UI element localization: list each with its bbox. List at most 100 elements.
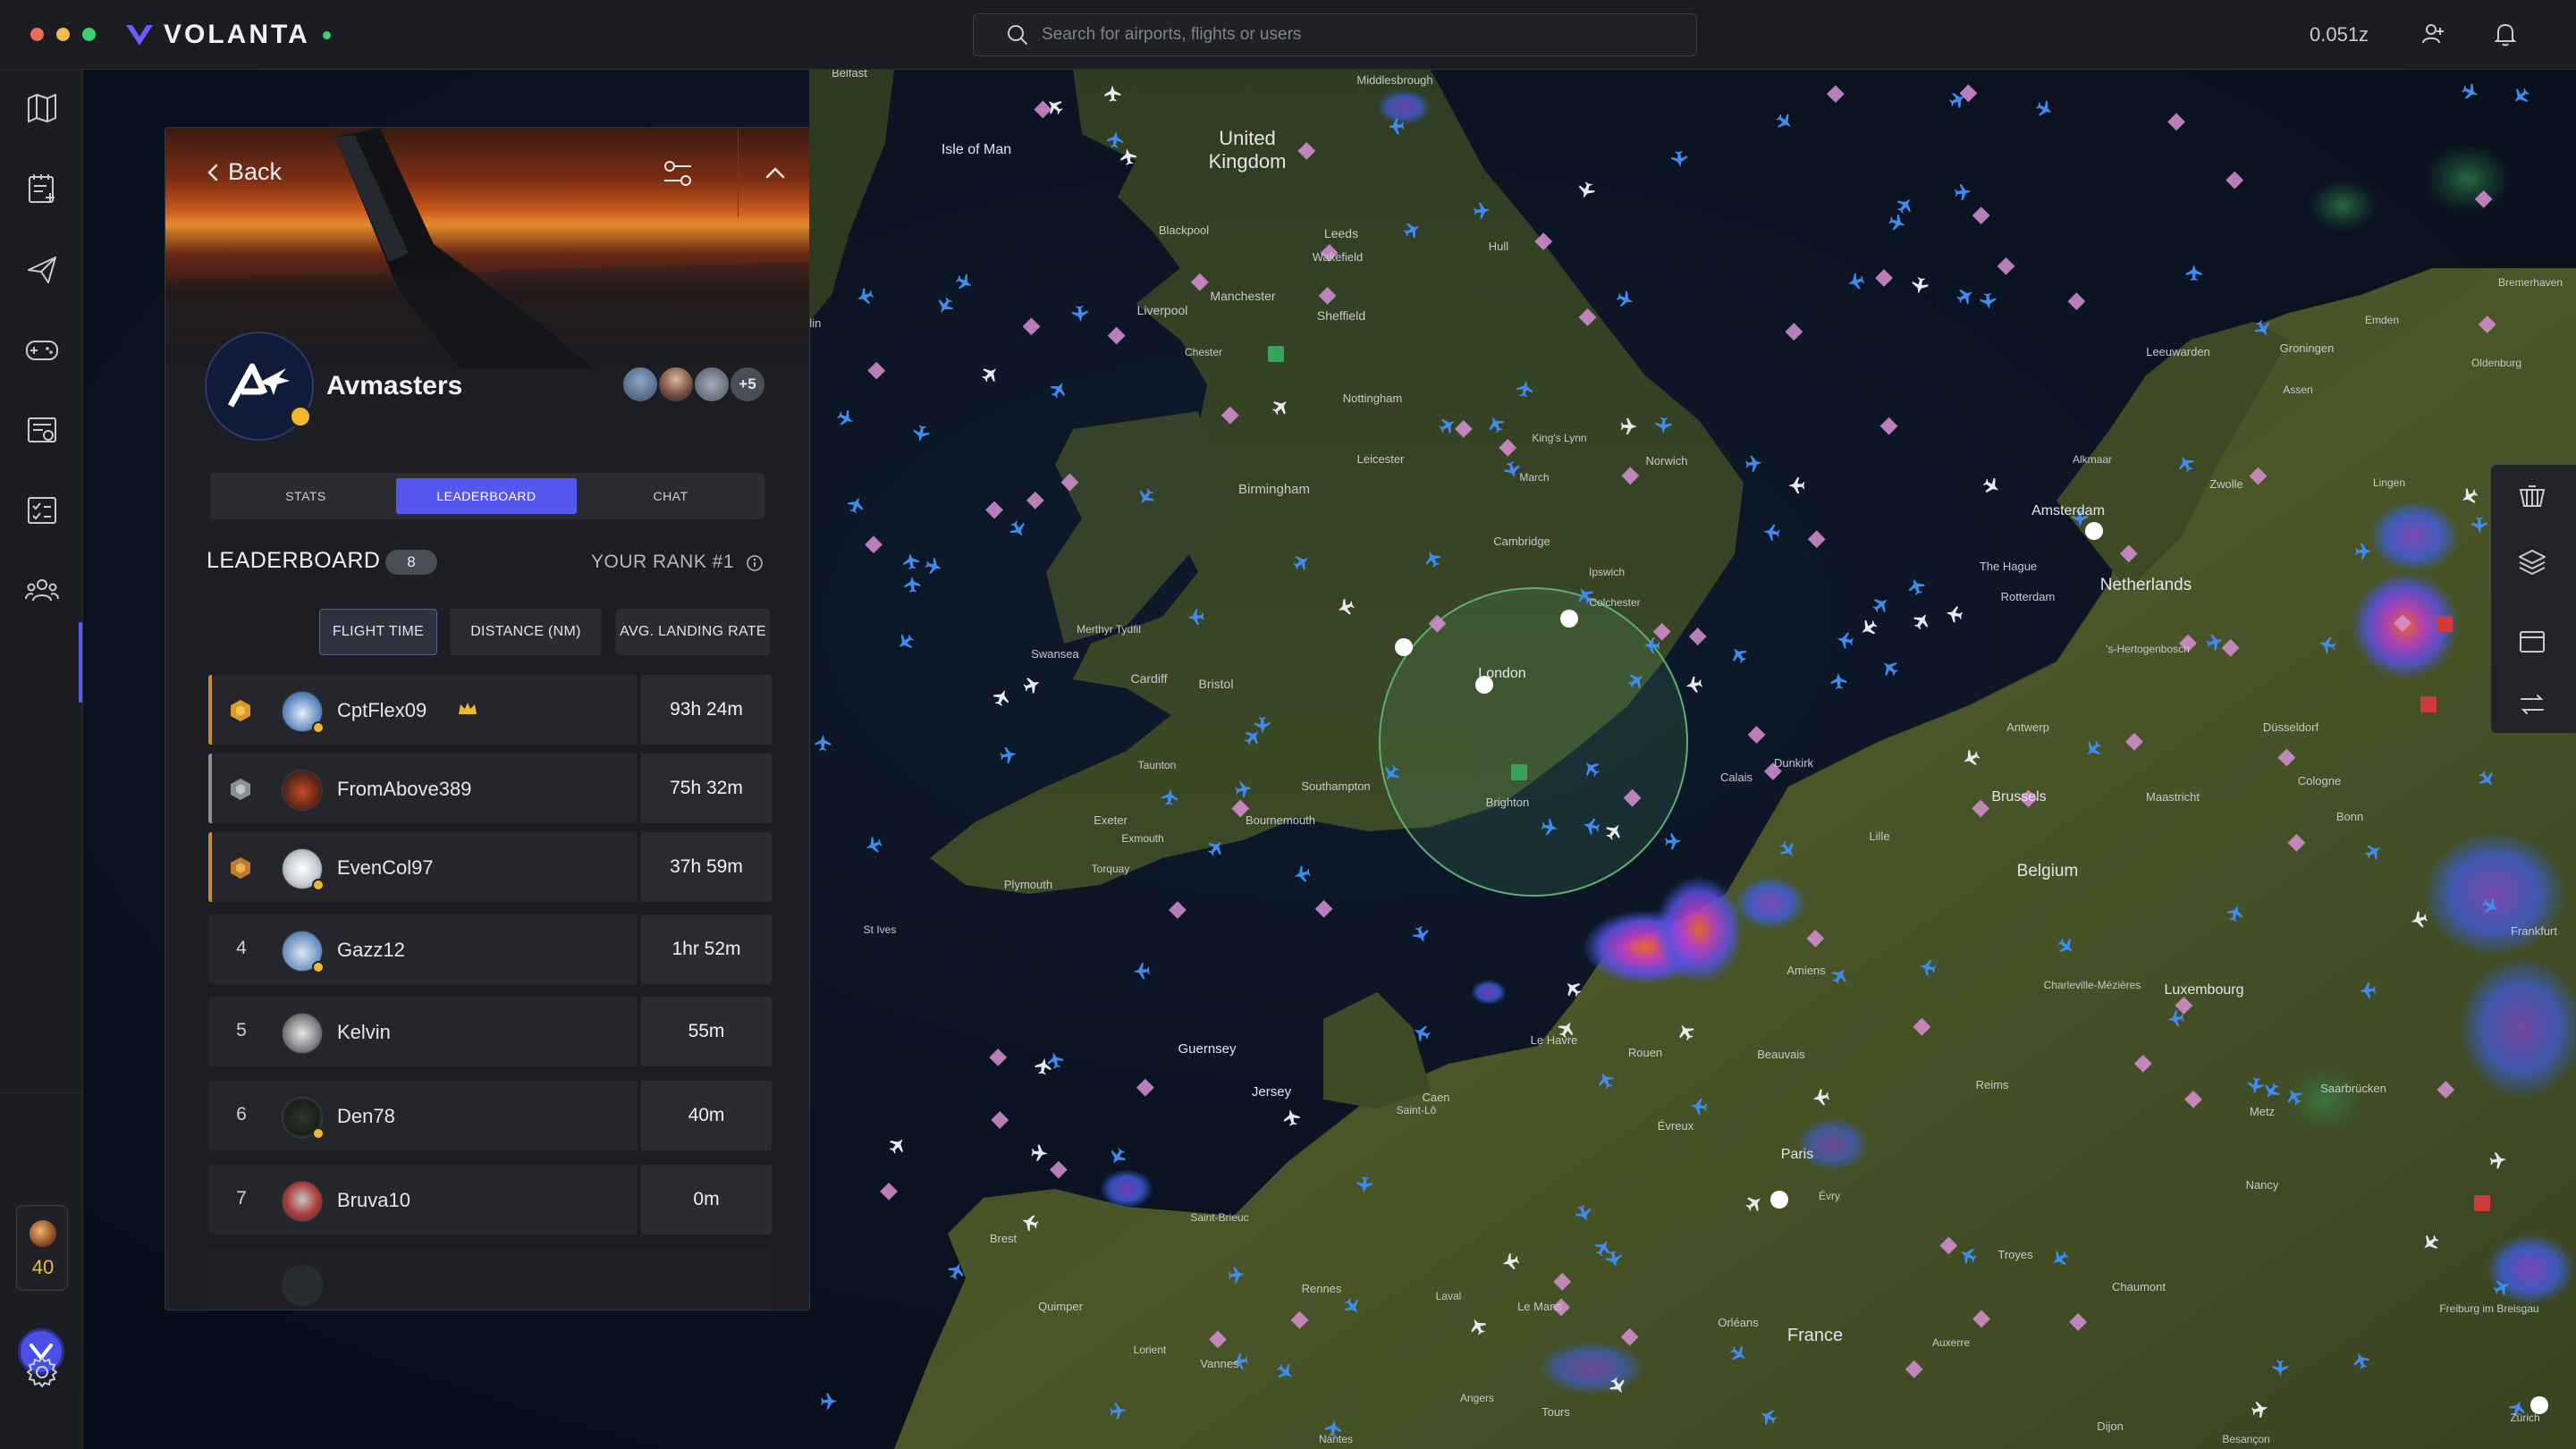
map-label-brussels: Brussels xyxy=(1991,789,2046,805)
more-members-badge[interactable]: +5 xyxy=(729,366,766,403)
chevron-left-icon xyxy=(207,164,218,181)
close-window-button[interactable] xyxy=(30,28,44,41)
green-marker-icon[interactable] xyxy=(1511,764,1527,780)
map-label-tours: Tours xyxy=(1541,1405,1570,1419)
flight-time-value: 1hr 52m xyxy=(641,914,772,984)
map-label-charleville: Charleville-Mézières xyxy=(2044,979,2141,991)
weather-cell xyxy=(1377,89,1431,125)
camera-marker-icon[interactable] xyxy=(1770,1191,1788,1209)
username: CptFlex09 xyxy=(337,699,427,721)
settings-sliders-icon[interactable] xyxy=(659,155,697,192)
member-avatar[interactable] xyxy=(693,366,731,403)
search-bar[interactable] xyxy=(973,13,1697,56)
gamepad-icon[interactable] xyxy=(23,331,61,368)
layers-icon[interactable] xyxy=(2516,545,2548,577)
map-label-saint-brieuc: Saint-Brieuc xyxy=(1190,1211,1248,1224)
leaderboard-row[interactable]: FromAbove389 75h 32m xyxy=(208,754,772,823)
user-badge xyxy=(312,961,325,973)
user-level-badge[interactable]: 40 xyxy=(16,1205,68,1291)
map-label-rotterdam: Rotterdam xyxy=(2001,590,2056,603)
user-avatar xyxy=(282,1265,323,1306)
map-label-belgium: Belgium xyxy=(2017,862,2079,880)
weather-cell xyxy=(1100,1169,1153,1209)
weather-cell xyxy=(1538,1341,1645,1394)
map-label-paris: Paris xyxy=(1781,1147,1813,1162)
red-marker-icon[interactable] xyxy=(2420,696,2437,712)
map-label-southampton: Southampton xyxy=(1301,779,1370,793)
user-avatar xyxy=(282,1181,323,1222)
map-label-dijon: Dijon xyxy=(2097,1420,2124,1433)
metric-avg-landing-rate[interactable]: AVG. LANDING RATE xyxy=(616,609,770,655)
search-input[interactable] xyxy=(1042,25,1668,45)
flights-icon[interactable] xyxy=(23,250,61,288)
map-label-evreux: Évreux xyxy=(1658,1119,1694,1133)
avmasters-logo-icon xyxy=(227,363,290,408)
tab-chat[interactable]: CHAT xyxy=(580,478,761,514)
map-label-caen: Caen xyxy=(1422,1091,1449,1104)
red-marker-icon[interactable] xyxy=(2437,616,2453,632)
weather-cell xyxy=(2307,179,2378,232)
window-icon[interactable] xyxy=(2516,626,2548,658)
camera-marker-icon[interactable] xyxy=(2085,522,2103,540)
back-button[interactable]: Back xyxy=(207,158,282,186)
map-label-brighton: Brighton xyxy=(1486,796,1529,809)
map-label-alkmaar: Alkmaar xyxy=(2073,453,2112,466)
camera-marker-icon[interactable] xyxy=(1560,610,1578,628)
rank-number: 5 xyxy=(236,1020,247,1040)
maximize-window-button[interactable] xyxy=(82,28,96,41)
leaderboard-row[interactable]: 7 Bruva10 0m xyxy=(208,1165,772,1234)
map-label-zurich: Zürich xyxy=(2510,1411,2539,1424)
info-icon[interactable] xyxy=(745,553,764,573)
tab-leaderboard[interactable]: LEADERBOARD xyxy=(396,478,577,514)
group-name: Avmasters xyxy=(326,371,463,400)
minimize-window-button[interactable] xyxy=(56,28,70,41)
filter-basket-icon[interactable] xyxy=(2516,481,2548,513)
map-label-besancon: Besançon xyxy=(2222,1433,2269,1445)
leaderboard-row[interactable]: 5 Kelvin 55m xyxy=(208,997,772,1066)
map-label-cardiff: Cardiff xyxy=(1131,671,1168,686)
top-bar: VOLANTA 0.051z xyxy=(0,0,2576,70)
leaderboard-row[interactable]: CptFlex09 93h 24m xyxy=(208,675,772,745)
logbook-icon[interactable] xyxy=(23,170,61,207)
friends-icon[interactable] xyxy=(2420,20,2448,48)
map-label-bonn: Bonn xyxy=(2336,810,2363,823)
member-avatar[interactable] xyxy=(621,366,659,403)
checklist-icon[interactable] xyxy=(23,492,61,529)
green-marker-icon[interactable] xyxy=(1268,346,1284,362)
map-label-angers: Angers xyxy=(1460,1392,1494,1404)
leaderboard-row[interactable]: EvenCol97 37h 59m xyxy=(208,832,772,902)
leaderboard-row[interactable]: 6 Den78 40m xyxy=(208,1081,772,1150)
tab-stats[interactable]: STATS xyxy=(215,478,396,514)
metric-flight-time[interactable]: FLIGHT TIME xyxy=(319,609,437,655)
red-marker-icon[interactable] xyxy=(2474,1195,2490,1211)
map-icon[interactable] xyxy=(23,89,61,127)
user-badge xyxy=(312,721,325,734)
member-avatar[interactable] xyxy=(657,366,695,403)
reports-icon[interactable] xyxy=(23,411,61,449)
map-label-blackpool: Blackpool xyxy=(1159,223,1209,237)
collapse-panel-button[interactable] xyxy=(738,128,809,217)
map-label-hull: Hull xyxy=(1489,240,1509,253)
map-label-torquay: Torquay xyxy=(1092,863,1130,875)
leaderboard-row[interactable]: 4 Gazz12 1hr 52m xyxy=(208,914,772,984)
leaderboard-row-partial[interactable] xyxy=(208,1249,772,1310)
map-label-colchester: Colchester xyxy=(1589,596,1640,609)
map-label-laval: Laval xyxy=(1436,1290,1462,1302)
map-label-dunkirk: Dunkirk xyxy=(1774,756,1814,770)
app-logo[interactable]: VOLANTA xyxy=(124,20,331,50)
london-area-circle[interactable] xyxy=(1379,587,1688,897)
map-label-reims: Reims xyxy=(1976,1078,2009,1091)
metric-distance[interactable]: DISTANCE (NM) xyxy=(450,609,602,655)
map-label-bournemouth: Bournemouth xyxy=(1246,813,1315,827)
route-icon[interactable] xyxy=(2516,688,2548,720)
group-verified-badge xyxy=(289,405,312,428)
map-label-bristol: Bristol xyxy=(1199,677,1234,691)
bell-icon[interactable] xyxy=(2491,20,2520,48)
map-label-amiens: Amiens xyxy=(1786,964,1826,977)
flight-time-value: 40m xyxy=(641,1081,772,1150)
gear-icon[interactable] xyxy=(23,1353,61,1391)
camera-marker-icon[interactable] xyxy=(1395,638,1413,656)
left-navigation-rail: 40 xyxy=(0,70,83,1449)
groups-icon[interactable] xyxy=(23,572,61,610)
map-tools xyxy=(2491,465,2576,733)
